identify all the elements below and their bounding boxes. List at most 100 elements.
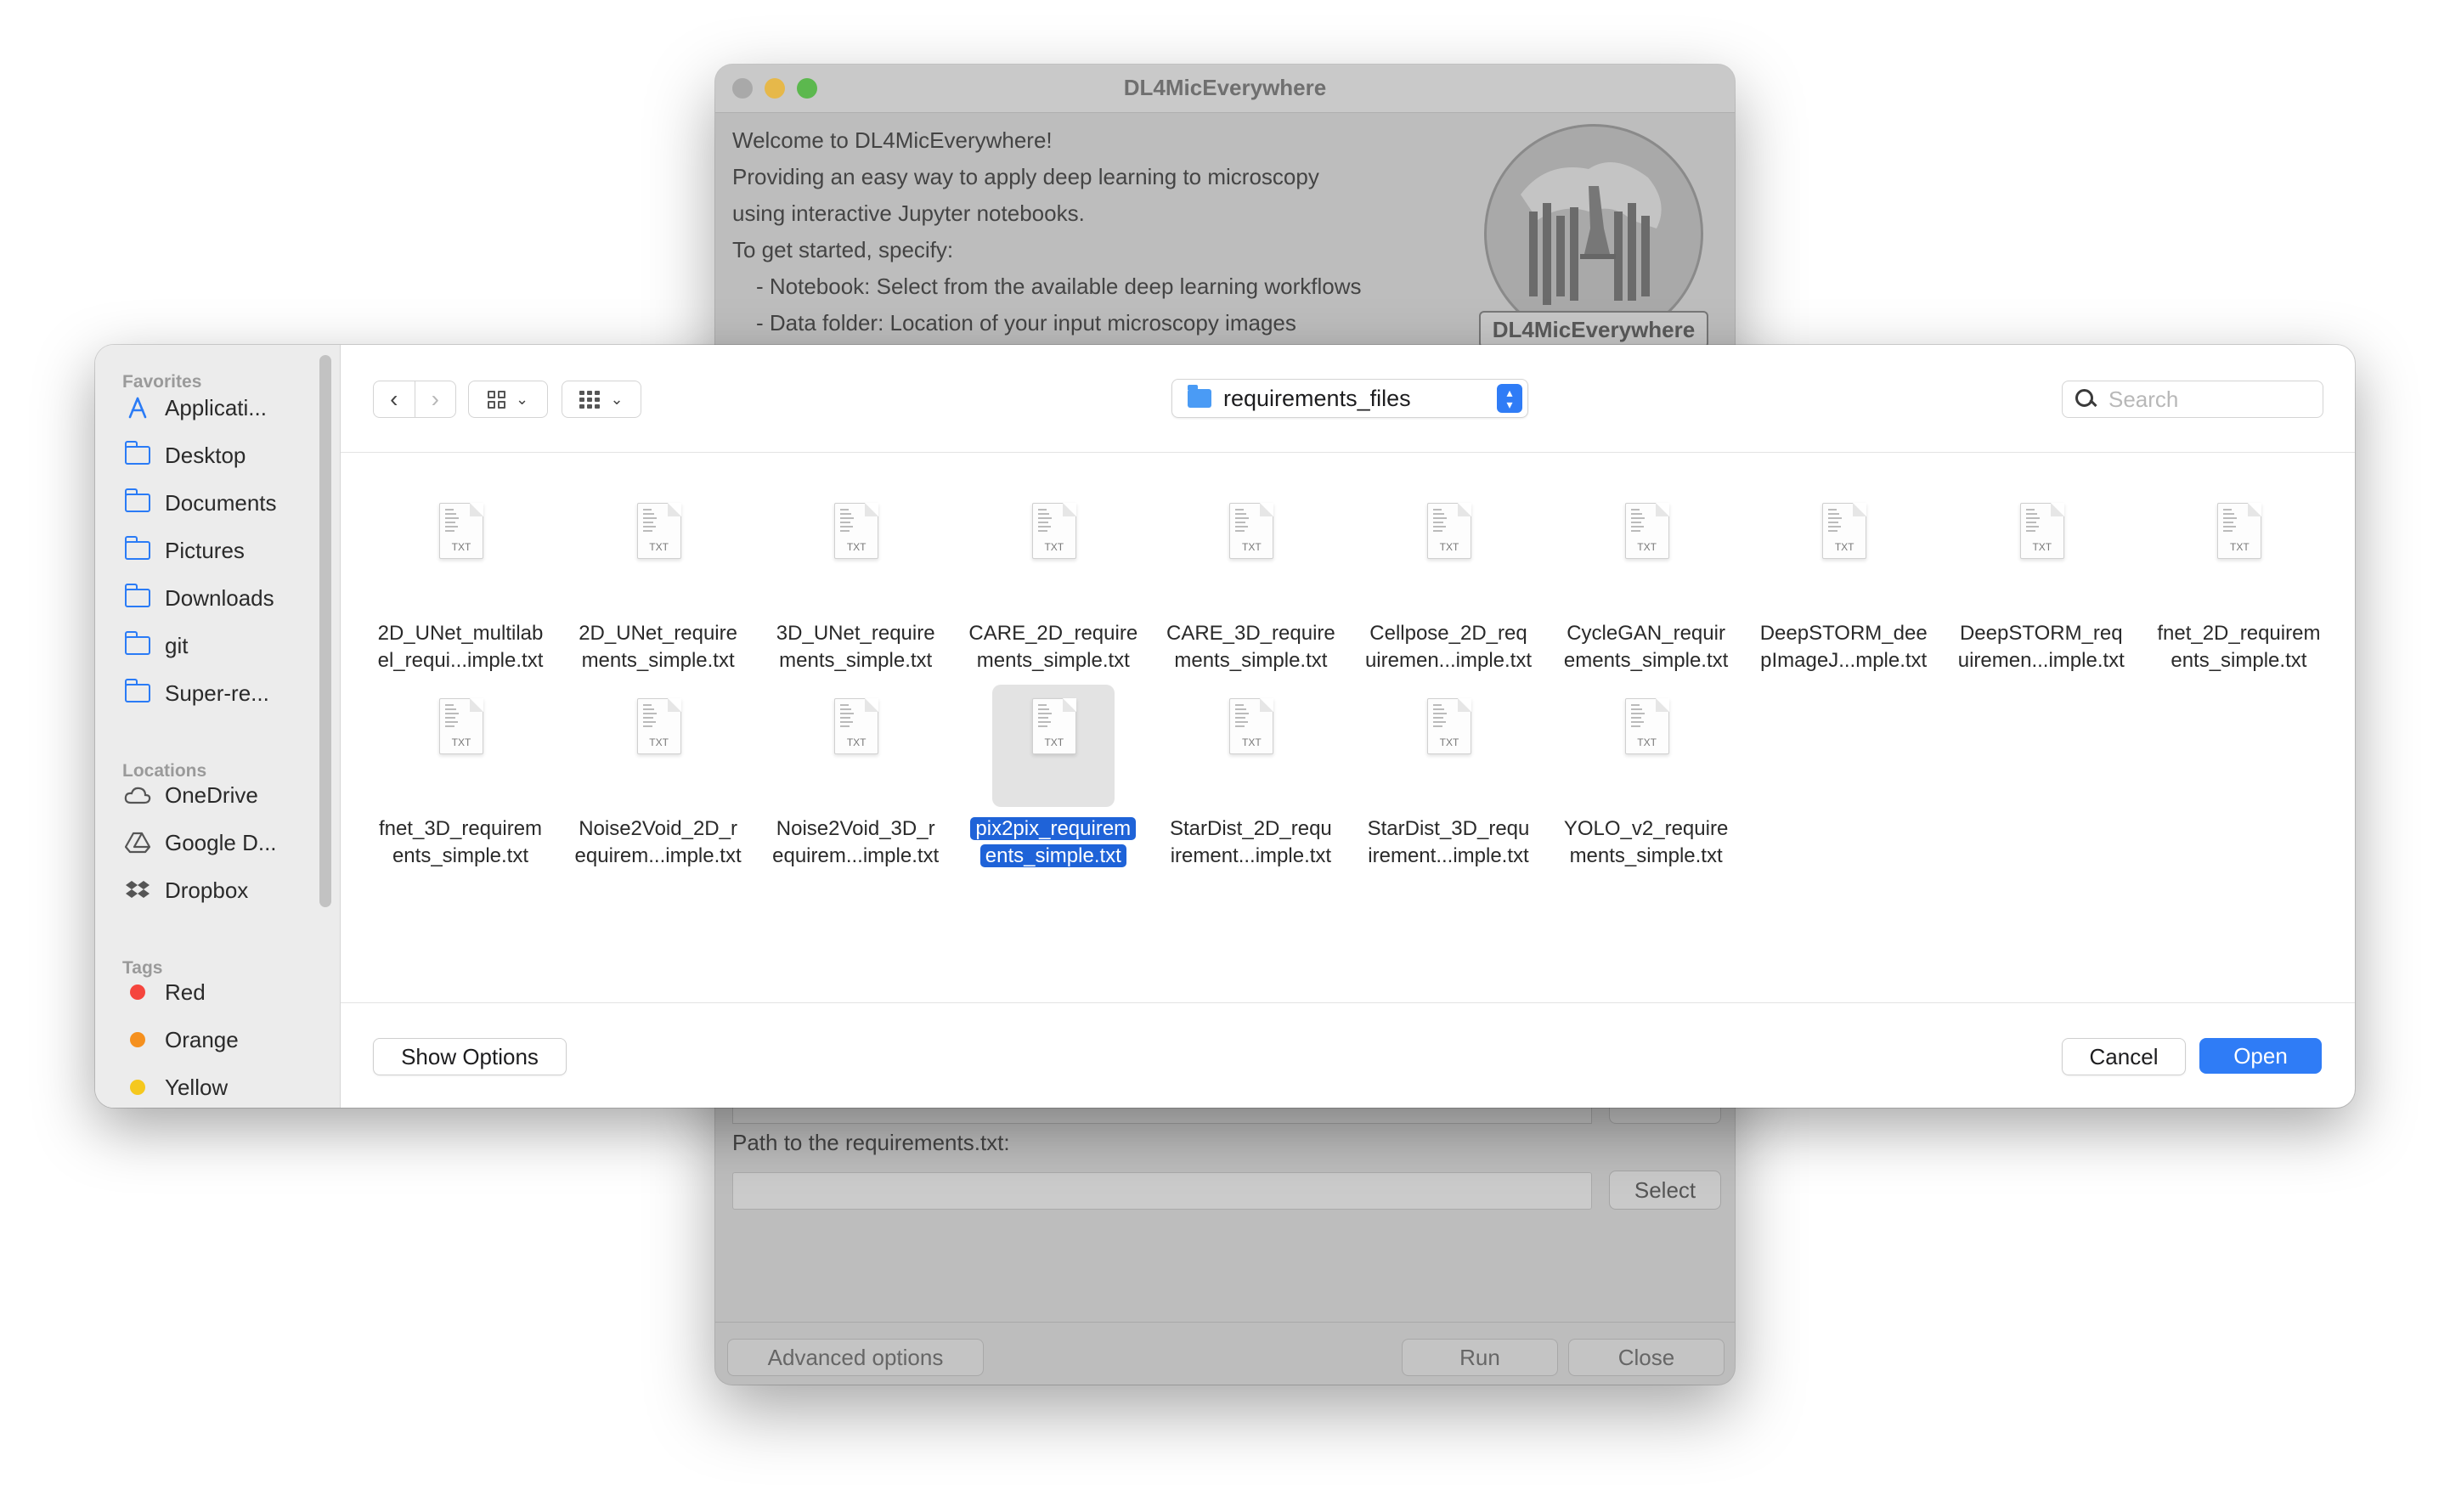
sidebar-item-git[interactable]: git [122,627,318,664]
path-popup-button[interactable]: requirements_files ▴ ▾ [1171,379,1528,418]
sidebar-item-dropbox[interactable]: Dropbox [122,872,318,909]
file-thumbnail: TXT [1189,489,1312,612]
file-type-label: TXT [1242,541,1262,553]
file-type-label: TXT [1834,541,1854,553]
sidebar-item-super-resolution[interactable]: Super-re... [122,674,318,712]
text-document-icon: TXT [834,503,879,559]
run-button[interactable]: Run [1402,1339,1558,1376]
chevron-down-icon: ⌄ [610,390,624,408]
file-name-line: el_requi...imple.txt [377,649,544,672]
file-item[interactable]: TXT DeepSTORM_req uiremen...imple.txt [1944,489,2139,685]
group-by-button[interactable]: ⌄ [562,381,641,418]
file-name-line: ements_simple.txt [1563,649,1729,672]
file-name: CycleGAN_requir ements_simple.txt [1549,620,1744,674]
text-document-icon: TXT [1624,698,1669,754]
sidebar-scrollbar[interactable] [319,355,331,907]
file-name-line: fnet_2D_requirem [2157,622,2321,645]
sidebar-item-label: Pictures [165,537,245,563]
file-thumbnail: TXT [597,685,720,807]
footer-divider [341,1002,2355,1003]
folder-icon [122,536,153,563]
sidebar-item-documents[interactable]: Documents [122,484,318,522]
sidebar-item-label: Downloads [165,584,274,611]
sidebar-item-desktop[interactable]: Desktop [122,437,318,474]
file-name-line: ents_simple.txt [979,844,1126,867]
window-titlebar: DL4MicEverywhere [715,65,1735,113]
sidebar-item-label: git [165,632,189,658]
file-name-line: pImageJ...mple.txt [1760,649,1928,672]
file-thumbnail: TXT [1585,685,1708,807]
sidebar-item-applications[interactable]: Applicati... [122,389,318,426]
view-mode-button[interactable]: ⌄ [468,381,548,418]
sidebar-item-pictures[interactable]: Pictures [122,532,318,569]
file-item[interactable]: TXT Noise2Void_3D_r equirem...imple.txt [758,685,953,880]
sidebar-tag-red[interactable]: Red [122,973,318,1011]
file-item[interactable]: TXT Cellpose_2D_req uiremen...imple.txt [1351,489,1546,685]
sidebar-tag-yellow[interactable]: Yellow [122,1069,318,1106]
text-document-icon: TXT [636,503,681,559]
file-item[interactable]: TXT Noise2Void_2D_r equirem...imple.txt [561,685,756,880]
file-item[interactable]: TXT CycleGAN_requir ements_simple.txt [1549,489,1744,685]
file-item[interactable]: TXT StarDist_3D_requ irement...imple.txt [1351,685,1546,880]
file-item[interactable]: TXT CARE_2D_require ments_simple.txt [956,489,1151,685]
group-icon [579,390,601,409]
search-field[interactable] [2062,381,2323,418]
file-item[interactable]: TXT CARE_3D_require ments_simple.txt [1153,489,1348,685]
applications-icon [122,395,153,420]
chevron-left-icon: ‹ [390,386,398,412]
text-document-icon: TXT [1427,698,1471,754]
file-name: pix2pix_requirem ents_simple.txt [956,815,1151,870]
folder-icon [122,631,153,658]
file-name-line: equirem...imple.txt [772,844,940,867]
file-name-line: 3D_UNet_require [776,622,935,645]
file-item[interactable]: TXT pix2pix_requirem ents_simple.txt [956,685,1151,880]
text-document-icon: TXT [1031,503,1076,559]
file-type-label: TXT [649,736,669,748]
app-logo: DL4MicEverywhere [1479,124,1708,348]
text-document-icon: TXT [2217,503,2262,559]
cancel-button[interactable]: Cancel [2062,1038,2186,1075]
file-type-label: TXT [846,736,867,748]
file-name-line: irement...imple.txt [1368,844,1529,867]
file-name-line: 2D_UNet_require [579,622,737,645]
open-button[interactable]: Open [2199,1038,2322,1074]
current-folder-name: requirements_files [1223,385,1411,411]
text-document-icon: TXT [1229,503,1274,559]
sidebar-item-downloads[interactable]: Downloads [122,579,318,617]
file-item[interactable]: TXT StarDist_2D_requ irement...imple.txt [1153,685,1348,880]
sidebar-item-label: Orange [165,1026,239,1052]
file-item[interactable]: TXT YOLO_v2_require ments_simple.txt [1549,685,1744,880]
file-item[interactable]: TXT 3D_UNet_require ments_simple.txt [758,489,953,685]
requirements-path-field[interactable] [732,1172,1592,1210]
file-item[interactable]: TXT 2D_UNet_multilab el_requi...imple.txt [363,489,558,685]
back-button[interactable]: ‹ [374,381,415,417]
file-name-line: equirem...imple.txt [574,844,742,867]
file-name-line: DeepSTORM_dee [1759,622,1928,645]
chevron-down-icon: ⌄ [515,390,529,408]
file-item[interactable]: TXT DeepSTORM_dee pImageJ...mple.txt [1746,489,1941,685]
forward-button[interactable]: › [414,381,456,417]
file-name-line: Noise2Void_2D_r [579,817,737,840]
file-name: StarDist_3D_requ irement...imple.txt [1351,815,1546,870]
text-document-icon: TXT [636,698,681,754]
select-requirements-button[interactable]: Select [1609,1171,1721,1210]
file-name-line: StarDist_3D_requ [1367,817,1530,840]
advanced-options-button[interactable]: Advanced options [727,1339,984,1376]
file-item[interactable]: TXT fnet_3D_requirem ents_simple.txt [363,685,558,880]
file-thumbnail: TXT [399,685,522,807]
search-input[interactable] [2107,385,2306,414]
show-options-button[interactable]: Show Options [373,1038,567,1075]
file-type-label: TXT [1439,736,1459,748]
sidebar-item-google-drive[interactable]: Google D... [122,824,318,861]
file-name-line: ents_simple.txt [392,844,529,867]
sidebar-item-onedrive[interactable]: OneDrive [122,776,318,814]
close-button[interactable]: Close [1568,1339,1725,1376]
sidebar-tag-orange[interactable]: Orange [122,1021,318,1058]
file-item[interactable]: TXT 2D_UNet_require ments_simple.txt [561,489,756,685]
orange-tag-icon [130,1032,145,1047]
file-thumbnail: TXT [992,489,1115,612]
file-name-line: StarDist_2D_requ [1170,817,1332,840]
welcome-line: Welcome to DL4MicEverywhere! [732,127,1053,153]
file-item[interactable]: TXT fnet_2D_requirem ents_simple.txt [2141,489,2336,685]
file-thumbnail: TXT [1189,685,1312,807]
